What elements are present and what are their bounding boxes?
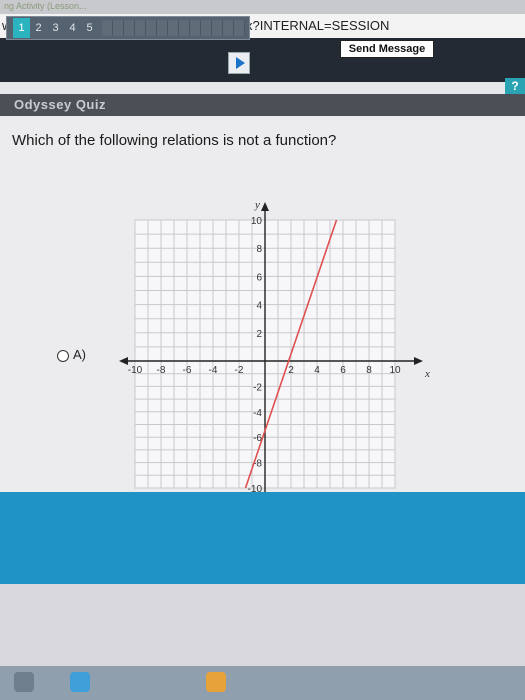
y-axis-arrow-up (261, 202, 269, 211)
y-tick-label: 10 (251, 216, 263, 227)
x-tick-label: 6 (340, 365, 346, 376)
x-tick-label: 2 (288, 365, 294, 376)
x-tick-label: 10 (389, 365, 401, 376)
y-axis-label: y (254, 199, 260, 211)
lower-panel (0, 584, 525, 666)
start-icon[interactable] (14, 672, 34, 692)
x-tick-label: -2 (235, 365, 244, 376)
answer-banner (0, 492, 525, 584)
x-tick-label: -6 (183, 365, 192, 376)
x-axis-arrow-right (414, 357, 423, 365)
x-tick-label: -8 (157, 365, 166, 376)
x-tick-label: -4 (209, 365, 218, 376)
y-tick-label: 6 (256, 272, 262, 283)
x-axis-label: x (424, 368, 430, 380)
y-tick-label: -2 (253, 382, 262, 393)
y-tick-label: -4 (253, 408, 262, 419)
browser-icon[interactable] (70, 672, 90, 692)
y-tick-label: 2 (256, 329, 262, 340)
x-tick-label: 4 (314, 365, 320, 376)
x-tick-label: -10 (128, 365, 143, 376)
y-tick-label: 8 (256, 244, 262, 255)
x-axis-arrow-left (119, 357, 128, 365)
x-tick-label: 8 (366, 365, 372, 376)
chrome-icon[interactable] (206, 672, 226, 692)
y-tick-label: 4 (256, 301, 262, 312)
